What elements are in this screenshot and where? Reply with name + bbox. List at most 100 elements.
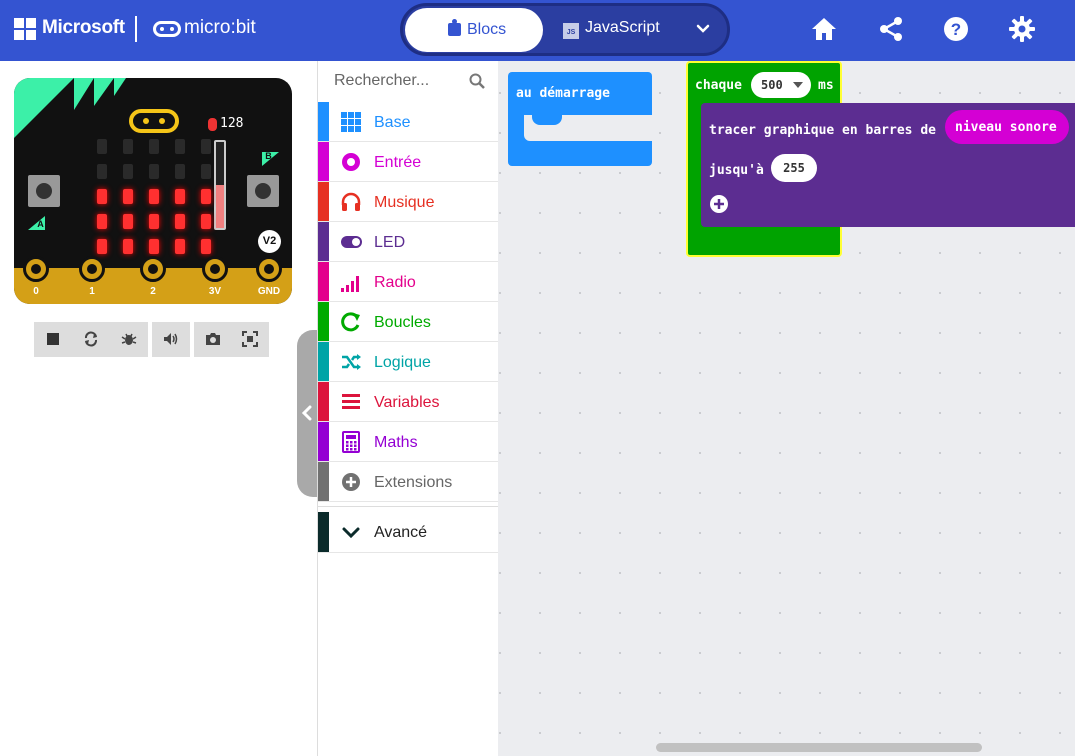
upto-value-input[interactable]: 255 — [771, 154, 817, 182]
horizontal-scrollbar[interactable] — [656, 743, 982, 752]
restart-button[interactable] — [72, 322, 110, 357]
category-strip — [318, 222, 329, 261]
category-boucles[interactable]: Boucles — [318, 302, 499, 342]
plus-circle-icon — [342, 473, 360, 491]
blocks-workspace[interactable]: au démarrage chaque 500 ms tracer graphi… — [498, 61, 1075, 756]
pin-1[interactable] — [79, 256, 105, 282]
signal-icon — [341, 276, 359, 292]
button-b[interactable] — [247, 175, 279, 207]
interval-value: 500 — [761, 78, 783, 92]
sound-level-fill — [216, 185, 224, 228]
button-a[interactable] — [28, 175, 60, 207]
button-b-label: B — [265, 151, 272, 161]
product-name: micro:bit — [184, 17, 256, 38]
tab-javascript[interactable]: JS JavaScript — [563, 19, 660, 39]
category-entree[interactable]: Entrée — [318, 142, 499, 182]
search-icon[interactable] — [469, 73, 485, 89]
interval-dropdown[interactable]: 500 — [751, 72, 811, 98]
category-strip — [318, 182, 329, 221]
led-pixel — [97, 189, 107, 204]
category-variables[interactable]: Variables — [318, 382, 499, 422]
led-pixel — [149, 214, 159, 229]
led-pixel — [175, 139, 185, 154]
pin-label: 1 — [89, 286, 95, 297]
language-menu-chevron-icon[interactable] — [695, 20, 711, 36]
sound-level-reporter[interactable]: niveau sonore — [945, 110, 1069, 144]
microbit-logo-icon — [153, 21, 181, 37]
on-start-slot — [524, 115, 652, 141]
led-pixel — [201, 214, 211, 229]
category-led[interactable]: LED — [318, 222, 499, 262]
loop-icon — [341, 312, 360, 332]
category-logique[interactable]: Logique — [318, 342, 499, 382]
debug-button[interactable] — [110, 322, 148, 357]
puzzle-icon — [448, 19, 461, 36]
editor-tabs: Blocs JS JavaScript — [400, 3, 730, 56]
pin-label: 3V — [208, 286, 222, 297]
category-strip — [318, 462, 329, 501]
screenshot-button[interactable] — [194, 322, 232, 357]
stop-button[interactable] — [34, 322, 72, 357]
category-maths[interactable]: Maths — [318, 422, 499, 462]
pin-gnd[interactable] — [256, 256, 282, 282]
mute-button[interactable] — [152, 322, 190, 357]
toolbox: Base Entrée Musique LED Radio Boucles Logique V… — [317, 61, 499, 756]
pin-3v[interactable] — [202, 256, 228, 282]
led-pixel — [123, 139, 133, 154]
add-parameter-icon[interactable] — [709, 194, 729, 214]
on-start-block[interactable]: au démarrage — [508, 72, 652, 166]
header-divider — [135, 16, 137, 42]
led-pixel — [201, 139, 211, 154]
brand-name: Microsoft — [42, 17, 125, 38]
fullscreen-icon — [242, 331, 258, 347]
board-corner-decoration — [14, 78, 126, 138]
category-label: LED — [374, 234, 406, 251]
led-pixel — [149, 239, 159, 254]
category-label: Boucles — [374, 314, 431, 331]
led-pixel — [201, 189, 211, 204]
category-musique[interactable]: Musique — [318, 182, 499, 222]
led-pixel — [149, 164, 159, 179]
category-label: Musique — [374, 194, 435, 211]
led-pixel — [97, 214, 107, 229]
microbit-board: 128 A B V2 0 1 2 3V GND — [14, 78, 292, 304]
collapse-simulator-button[interactable] — [297, 330, 317, 497]
share-icon[interactable] — [877, 15, 905, 43]
category-label: Maths — [374, 434, 418, 451]
header-bar: Microsoft micro:bit Blocs JS JavaScript ? — [0, 0, 1075, 61]
pin-2[interactable] — [140, 256, 166, 282]
help-icon[interactable]: ? — [942, 15, 970, 43]
led-pixel — [175, 189, 185, 204]
category-advanced[interactable]: Avancé — [318, 512, 499, 553]
toggle-icon — [341, 236, 362, 248]
led-pixel — [175, 214, 185, 229]
tab-blocks-label: Blocs — [467, 21, 507, 38]
mic-level-value: 128 — [220, 116, 244, 131]
home-icon[interactable] — [810, 15, 838, 43]
fullscreen-button[interactable] — [231, 322, 269, 357]
led-pixel — [97, 239, 107, 254]
plot-bar-graph-block[interactable]: tracer graphique en barres de niveau son… — [701, 103, 1075, 227]
microphone-icon — [208, 118, 217, 131]
lines-icon — [342, 394, 360, 409]
toolbox-search — [318, 61, 499, 102]
pin-0[interactable] — [23, 256, 49, 282]
led-pixel — [201, 239, 211, 254]
category-extensions[interactable]: Extensions — [318, 462, 499, 502]
category-radio[interactable]: Radio — [318, 262, 499, 302]
led-pixel — [149, 189, 159, 204]
search-input[interactable] — [324, 65, 464, 97]
toolbox-separator — [318, 506, 499, 507]
settings-icon[interactable] — [1008, 15, 1036, 43]
restart-icon — [85, 331, 97, 347]
sound-level-slider[interactable] — [214, 140, 226, 230]
tab-blocks[interactable]: Blocs — [405, 8, 543, 52]
led-pixel — [175, 164, 185, 179]
category-strip — [318, 262, 329, 301]
category-base[interactable]: Base — [318, 102, 499, 142]
pin-label: 2 — [150, 286, 156, 297]
dropdown-caret-icon — [793, 82, 803, 88]
led-pixel — [201, 164, 211, 179]
touch-logo[interactable] — [129, 109, 179, 133]
shuffle-icon — [342, 354, 361, 370]
